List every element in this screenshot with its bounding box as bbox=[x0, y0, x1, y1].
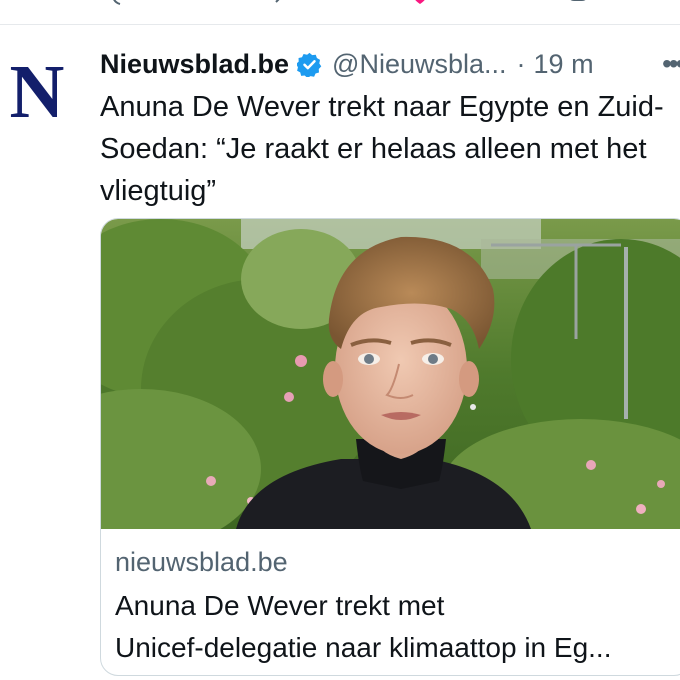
avatar-letter: N bbox=[9, 50, 65, 134]
link-preview-card[interactable]: nieuwsblad.be Anuna De Wever trekt met U… bbox=[100, 218, 680, 676]
separator-dot: · bbox=[516, 48, 526, 79]
account-avatar[interactable]: N bbox=[4, 50, 68, 134]
account-handle[interactable]: @Nieuwsbla... bbox=[332, 49, 506, 80]
more-options-icon[interactable]: ••• bbox=[662, 44, 680, 84]
retweet-icon[interactable] bbox=[256, 0, 286, 10]
tweet-text: Anuna De Wever trekt naar Egypte en Zuid… bbox=[100, 91, 664, 207]
like-icon[interactable] bbox=[408, 0, 432, 10]
card-title-line-1: Anuna De Wever trekt met bbox=[115, 590, 445, 621]
share-icon[interactable] bbox=[566, 0, 590, 10]
tweet-timestamp[interactable]: 19 m bbox=[534, 49, 594, 80]
article-photo[interactable] bbox=[101, 219, 680, 529]
card-domain: nieuwsblad.be bbox=[115, 547, 288, 577]
previous-tweet-actions bbox=[0, 0, 680, 25]
tweet-header: Nieuwsblad.be @Nieuwsbla... · 19 m bbox=[100, 44, 675, 84]
card-title: Anuna De Wever trekt met Unicef-delegati… bbox=[115, 585, 675, 669]
card-title-line-2: Unicef-delegatie naar klimaattop in Eg..… bbox=[115, 632, 612, 663]
account-name[interactable]: Nieuwsblad.be bbox=[100, 49, 289, 80]
reply-icon[interactable] bbox=[108, 0, 132, 10]
verified-badge-icon bbox=[297, 52, 322, 77]
